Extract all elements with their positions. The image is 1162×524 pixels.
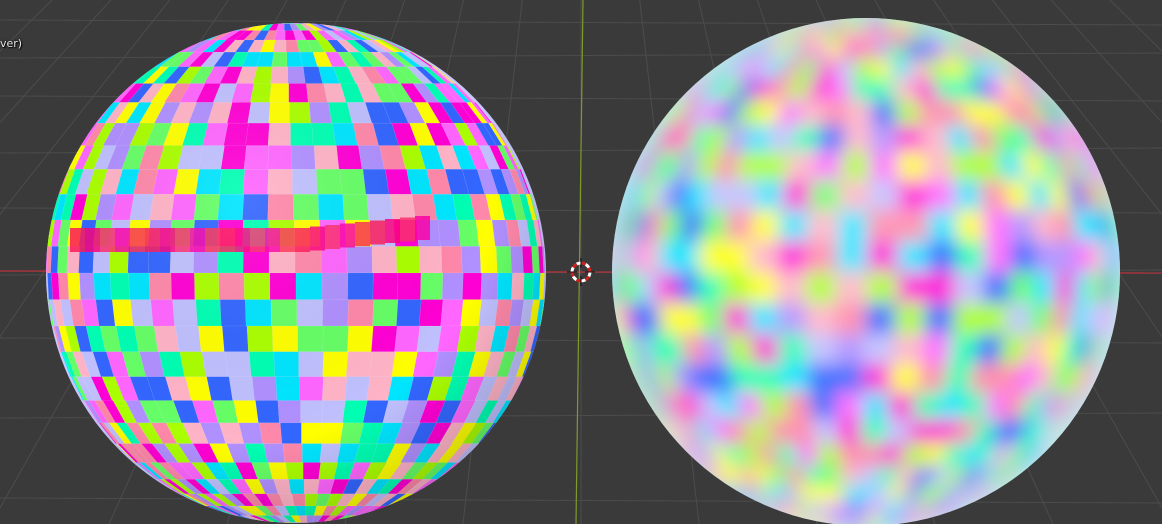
- texture-cell: [857, 13, 869, 15]
- texture-cell: [894, 18, 918, 21]
- texture-cell: [907, 18, 938, 21]
- texture-cell: [287, 18, 293, 19]
- texture-cell: [351, 515, 378, 523]
- texture-cell: [261, 18, 272, 19]
- texture-cell: [381, 505, 408, 516]
- texture-cell: [296, 18, 308, 19]
- texture-cell: [884, 13, 895, 15]
- texture-cell: [160, 39, 186, 53]
- texture-cell: [263, 18, 273, 19]
- texture-cell: [256, 18, 268, 19]
- texture-cell: [851, 13, 867, 15]
- texture-cell: [217, 23, 243, 31]
- texture-cell: [291, 18, 300, 19]
- texture-cell: [891, 13, 908, 15]
- texture-cell: [208, 23, 235, 31]
- texture-cell: [901, 18, 931, 21]
- texture-cell: [887, 13, 901, 15]
- texture-cell: [905, 18, 936, 21]
- texture-cell: [867, 13, 875, 15]
- texture-cell: [260, 18, 271, 19]
- texture-cell: [206, 23, 233, 31]
- texture-cell: [883, 13, 892, 15]
- texture-cell: [849, 13, 865, 15]
- texture-cell: [185, 30, 212, 41]
- texture-cell: [899, 18, 927, 21]
- texture-cell: [283, 18, 286, 19]
- texture-cell: [258, 18, 270, 19]
- texture-cell: [878, 13, 882, 15]
- texture-cell: [357, 515, 384, 523]
- texture-cell: [892, 13, 909, 15]
- texture-cell: [860, 13, 871, 15]
- texture-cell: [382, 505, 408, 516]
- texture-cell: [269, 18, 276, 19]
- texture-cell: [889, 13, 905, 15]
- texture-cell: [848, 13, 865, 15]
- texture-cell: [296, 18, 308, 19]
- texture-cell: [294, 18, 305, 19]
- texture-cell: [767, 513, 799, 524]
- texture-cell: [292, 18, 302, 19]
- texture-cell: [888, 13, 903, 15]
- texture-cell: [296, 18, 308, 19]
- texture-cell: [277, 18, 281, 19]
- texture-cell: [870, 13, 876, 15]
- texture-cell: [847, 13, 864, 15]
- texture-cell: [288, 18, 295, 19]
- texture-cell: [903, 18, 934, 21]
- texture-cell: [293, 18, 304, 19]
- texture-cell: [855, 13, 869, 15]
- texture-cell: [257, 18, 269, 19]
- texture-cell: [295, 18, 307, 19]
- texture-cell: [766, 513, 797, 524]
- texture-cell: [379, 505, 406, 516]
- 3d-viewport[interactable]: ver): [0, 0, 1162, 524]
- viewport-canvas[interactable]: [0, 0, 1162, 524]
- texture-cell: [259, 18, 271, 19]
- texture-cell: [886, 13, 898, 15]
- texture-cell: [183, 30, 210, 41]
- texture-cell: [356, 515, 383, 523]
- texture-cell: [295, 18, 307, 19]
- texture-cell: [853, 13, 868, 15]
- texture-cell: [213, 23, 240, 31]
- sphere-left-shading: [46, 23, 546, 523]
- texture-cell: [358, 515, 385, 523]
- texture-cell: [906, 18, 938, 21]
- texture-cell: [874, 13, 878, 15]
- texture-cell: [265, 18, 274, 19]
- texture-cell: [285, 18, 290, 19]
- texture-cell: [257, 18, 269, 19]
- viewport-overlay-text: ver): [0, 37, 23, 50]
- texture-cell: [280, 18, 283, 19]
- sphere-right[interactable]: [606, 12, 1126, 524]
- sphere-right-shading: [612, 18, 1120, 524]
- texture-cell: [210, 23, 237, 31]
- texture-cell: [354, 515, 381, 523]
- texture-cell: [847, 13, 864, 15]
- texture-cell: [284, 18, 288, 19]
- texture-cell: [863, 13, 872, 15]
- texture-cell: [290, 18, 298, 19]
- texture-cell: [267, 18, 275, 19]
- texture-cell: [890, 13, 906, 15]
- sphere-left[interactable]: [40, 18, 552, 524]
- texture-cell: [348, 515, 374, 523]
- texture-cell: [897, 18, 923, 21]
- texture-cell: [891, 13, 908, 15]
